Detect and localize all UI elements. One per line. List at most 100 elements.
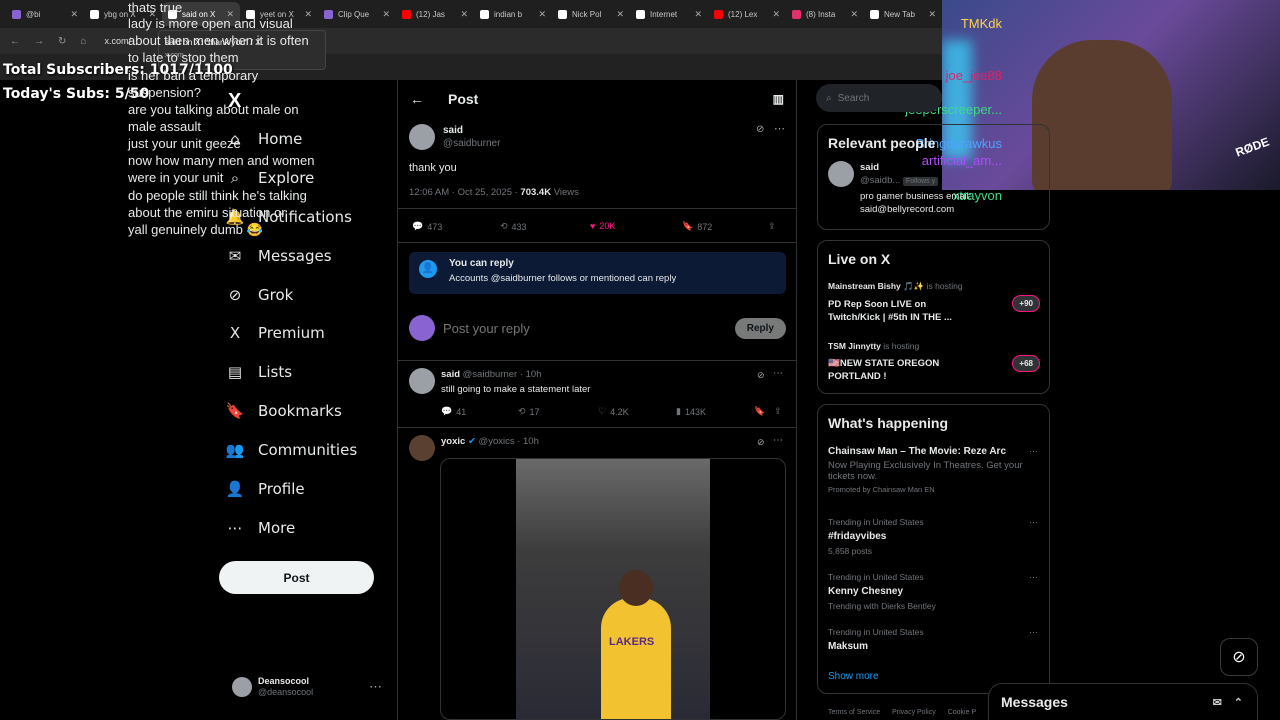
account-switcher[interactable]: Deansocool @deansocool ⋯ <box>232 676 382 698</box>
grok-icon[interactable]: ⊘ <box>756 124 764 135</box>
relevant-person[interactable]: said @saidb... Follows y pro gamer busin… <box>828 161 1039 216</box>
reply1-meta: @saidburner · 10h <box>462 369 542 380</box>
reply1-likes[interactable]: ♡ 4.2K <box>598 406 629 417</box>
reply1-views[interactable]: ▮ 143K <box>676 406 706 417</box>
post-button[interactable]: Post <box>219 561 374 594</box>
repost-stat[interactable]: ⟲ 433 <box>500 221 527 232</box>
expand-icon[interactable]: ⌃ <box>1234 696 1243 709</box>
close-icon[interactable]: ✕ <box>772 9 780 20</box>
share-icon[interactable]: ⇪ <box>768 221 776 232</box>
reply2-name: yoxic <box>441 436 466 447</box>
browser-tab[interactable]: (12) Lex ✕ <box>708 2 786 26</box>
reply-stat[interactable]: 💬 473 <box>412 221 442 232</box>
streamer <box>1032 40 1172 190</box>
browser-tab[interactable]: @bi ✕ <box>6 2 84 26</box>
browser-tab[interactable]: New Tab ✕ <box>864 2 942 26</box>
reply1-reposts[interactable]: ⟲ 17 <box>518 406 540 417</box>
trend-item[interactable]: Trending in United States Maksum ⋯ <box>828 627 1038 656</box>
promo-desc: Now Playing Exclusively In Theatres. Get… <box>828 460 1023 482</box>
tweet-meta: 12:06 AM · Oct 25, 2025 · 703.4K Views <box>409 187 579 198</box>
reply2-meta: @yoxics · 10h <box>478 436 539 447</box>
views-icon: ▮ <box>676 406 681 416</box>
close-icon[interactable]: ✕ <box>70 9 78 20</box>
close-icon[interactable]: ✕ <box>850 9 858 20</box>
nav-item-explore[interactable]: ⌕ Explore <box>226 169 315 187</box>
show-more-link[interactable]: Show more <box>828 671 879 682</box>
nav-item-communities[interactable]: 👥 Communities <box>226 441 358 459</box>
nav-item-profile[interactable]: 👤 Profile <box>226 480 305 498</box>
promoted-trend[interactable]: Chainsaw Man – The Movie: Reze Arc Now P… <box>828 446 1038 494</box>
bookmark-stat[interactable]: 🔖 872 <box>682 221 712 232</box>
footer-link[interactable]: Terms of Service <box>828 709 880 716</box>
nav-item-lists[interactable]: ▤ Lists <box>226 363 292 381</box>
tweet-video[interactable]: LAKERS <box>516 458 710 720</box>
close-icon[interactable]: ✕ <box>616 9 624 20</box>
reader-icon[interactable]: ▥ <box>773 92 784 106</box>
reply1-replies[interactable]: 💬 41 <box>441 406 466 417</box>
url-field[interactable]: x.com/ <box>104 36 131 46</box>
reply1-avatar <box>409 368 435 394</box>
nav-item-more[interactable]: ⋯ More <box>226 519 296 537</box>
nav-label: Messages <box>258 247 332 265</box>
reply-restriction-notice: 👤 You can reply Accounts @saidburner fol… <box>409 252 786 294</box>
close-icon[interactable]: ✕ <box>538 9 546 20</box>
author-avatar <box>409 124 435 150</box>
new-message-icon[interactable]: ✉ <box>1213 696 1222 709</box>
account-avatar <box>232 677 252 697</box>
tweet-author[interactable]: said @saidburner <box>409 124 500 150</box>
more-options-icon[interactable]: ⋯ <box>774 122 785 135</box>
post-header: ← Post ▥ <box>398 80 796 118</box>
more-options-icon[interactable]: ⋯ <box>1029 446 1038 457</box>
chat-message: about the emiru situation or <box>128 205 286 220</box>
more-options-icon[interactable]: ⋯ <box>1029 517 1038 528</box>
trend-item[interactable]: Trending in United States #fridayvibes 5… <box>828 517 1038 556</box>
grok-icon[interactable]: ⊘ <box>757 370 765 381</box>
share-icon[interactable]: ⇪ <box>774 406 782 417</box>
reload-icon[interactable]: ↻ <box>58 36 66 47</box>
browser-tab[interactable]: (8) Insta ✕ <box>786 2 864 26</box>
like-count: 20K <box>599 221 616 231</box>
nav-item-grok[interactable]: ⊘ Grok <box>226 286 294 304</box>
home-icon[interactable]: ⌂ <box>80 36 86 47</box>
footer-link[interactable]: Cookie P <box>948 709 976 716</box>
close-icon[interactable]: ✕ <box>382 9 390 20</box>
messages-drawer[interactable]: Messages ✉ ⌃ <box>988 683 1258 720</box>
browser-tab[interactable]: (12) Jas ✕ <box>396 2 474 26</box>
more-options-icon[interactable]: ⋯ <box>1029 627 1038 638</box>
search-placeholder: Search <box>837 92 870 104</box>
more-options-icon[interactable]: ⋯ <box>1029 572 1038 583</box>
like-stat[interactable]: ♥ 20K <box>590 221 615 231</box>
live-item[interactable]: Mainstream Bishy 🎵✨ is hosting PD Rep So… <box>828 281 1040 324</box>
grok-icon[interactable]: ⊘ <box>1220 638 1258 676</box>
reply-input[interactable] <box>443 320 735 336</box>
footer-link[interactable]: Privacy Policy <box>892 709 936 716</box>
search-input[interactable]: ⌕ Search <box>816 84 942 112</box>
reply2-avatar <box>409 435 435 461</box>
nav-item-messages[interactable]: ✉ Messages <box>226 247 332 265</box>
live-item[interactable]: TSM Jinnytty is hosting 🇺🇸NEW STATE OREG… <box>828 341 1040 383</box>
close-icon[interactable]: ✕ <box>694 9 702 20</box>
back-icon[interactable]: ← <box>10 36 20 47</box>
nav-item-premium[interactable]: X Premium <box>226 324 325 342</box>
browser-tab[interactable]: indian b ✕ <box>474 2 552 26</box>
close-icon[interactable]: ✕ <box>928 9 936 20</box>
bookmark-icon[interactable]: 🔖 <box>754 406 765 417</box>
grok-icon[interactable]: ⊘ <box>757 437 765 448</box>
more-options-icon[interactable]: ⋯ <box>773 368 783 379</box>
tab-title: indian b <box>494 9 523 19</box>
back-arrow-icon[interactable]: ← <box>410 91 424 107</box>
more-options-icon[interactable]: ⋯ <box>773 435 783 446</box>
reply-button[interactable]: Reply <box>734 317 786 339</box>
browser-tab[interactable]: Internet ✕ <box>630 2 708 26</box>
browser-tab[interactable]: Nick Pol ✕ <box>552 2 630 26</box>
close-icon[interactable]: ✕ <box>460 9 468 20</box>
trend-item[interactable]: Trending in United States Kenny Chesney … <box>828 572 1038 611</box>
more-icon[interactable]: ⋯ <box>369 679 382 695</box>
reply1-like-count: 4.2K <box>610 406 629 417</box>
close-icon[interactable]: ✕ <box>304 9 312 20</box>
forward-icon[interactable]: → <box>34 36 44 47</box>
nav-item-bookmarks[interactable]: 🔖 Bookmarks <box>226 402 342 420</box>
mic-brand: RØDE <box>1233 134 1272 160</box>
browser-tab[interactable]: Clip Que ✕ <box>318 2 396 26</box>
trend-name: Kenny Chesney <box>828 586 904 597</box>
